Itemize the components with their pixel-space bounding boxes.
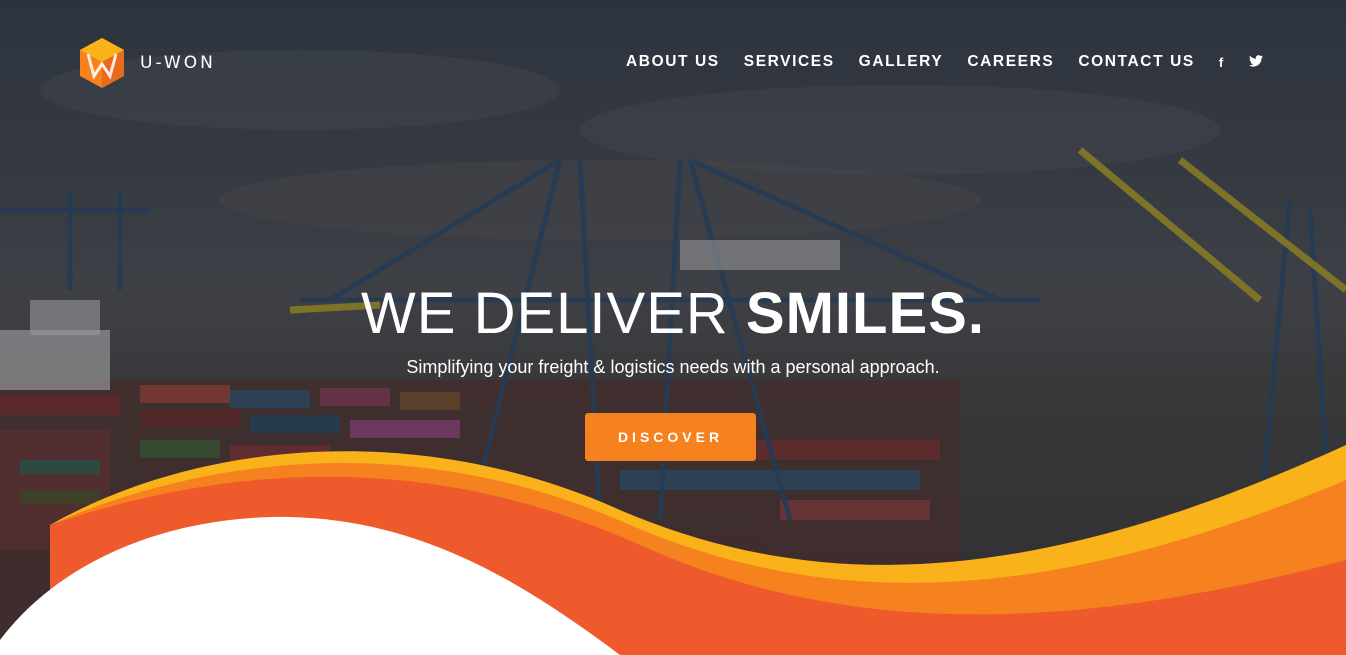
twitter-icon[interactable] bbox=[1247, 55, 1265, 70]
u-won-logo-icon bbox=[80, 38, 124, 88]
main-nav: ABOUT US SERVICES GALLERY CAREERS CONTAC… bbox=[626, 53, 1219, 71]
discover-button[interactable]: DISCOVER bbox=[585, 413, 756, 461]
headline-bold: SMILES. bbox=[745, 281, 985, 346]
nav-gallery[interactable]: GALLERY bbox=[859, 53, 944, 71]
hero-headline: WE DELIVER SMILES. bbox=[0, 280, 1346, 347]
facebook-icon[interactable]: f bbox=[1212, 55, 1230, 70]
nav-contact-us[interactable]: CONTACT US bbox=[1078, 53, 1194, 71]
social-links: f bbox=[1212, 55, 1282, 70]
nav-services[interactable]: SERVICES bbox=[744, 53, 835, 71]
logo[interactable]: U-WON bbox=[80, 38, 216, 88]
headline-light: WE DELIVER bbox=[361, 281, 746, 346]
hero-section: U-WON ABOUT US SERVICES GALLERY CAREERS … bbox=[0, 0, 1346, 655]
nav-about-us[interactable]: ABOUT US bbox=[626, 53, 720, 71]
hero-subheadline: Simplifying your freight & logistics nee… bbox=[406, 357, 940, 377]
nav-careers[interactable]: CAREERS bbox=[967, 53, 1054, 71]
brand-name: U-WON bbox=[140, 53, 216, 73]
